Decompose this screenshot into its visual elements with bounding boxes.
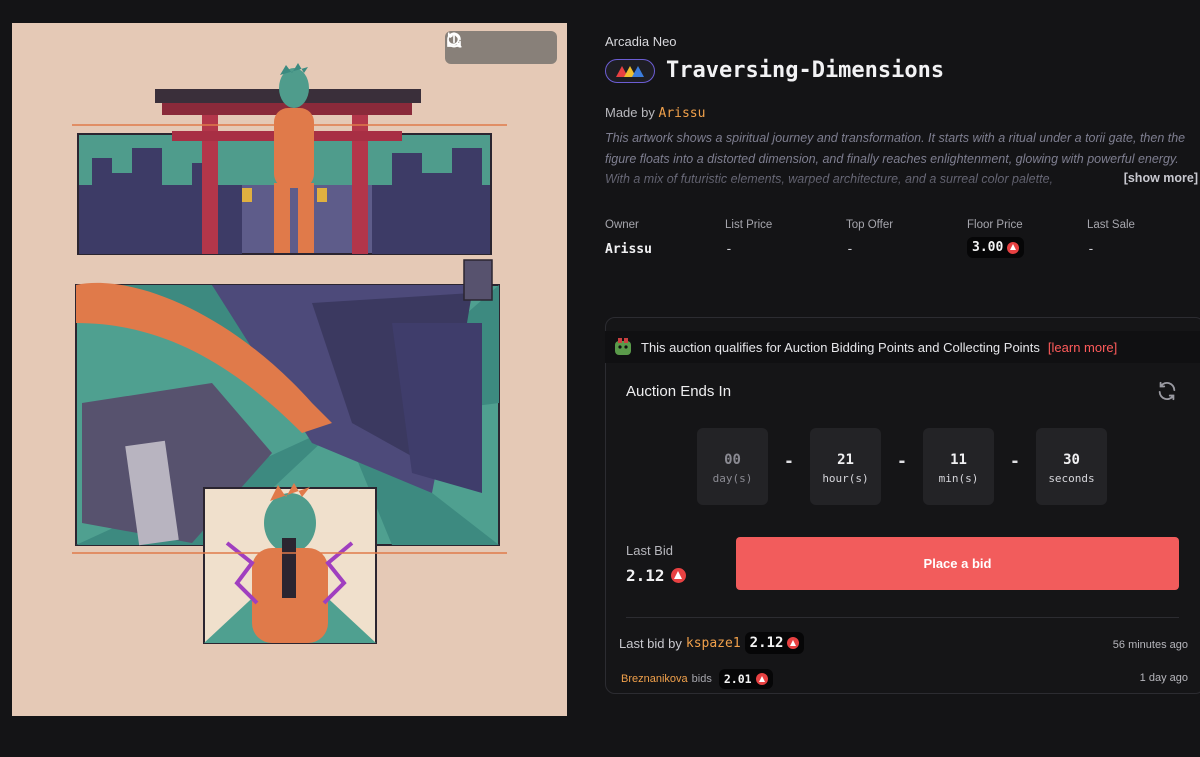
stat-list-price: List Price - bbox=[725, 219, 772, 257]
avax-icon bbox=[670, 568, 686, 583]
avax-icon bbox=[787, 637, 800, 649]
search-icon[interactable] bbox=[447, 33, 512, 59]
timer-hours: 21 hour(s) bbox=[810, 428, 881, 505]
timer-unit: seconds bbox=[1048, 472, 1095, 485]
last-sale-value: - bbox=[1087, 242, 1095, 257]
divider bbox=[626, 617, 1179, 618]
torii-panel bbox=[77, 63, 492, 255]
timer-unit: hour(s) bbox=[822, 472, 869, 485]
stat-floor-price: Floor Price 3.00 bbox=[967, 219, 1025, 258]
owner-value[interactable]: Arissu bbox=[605, 242, 652, 257]
stat-top-offer: Top Offer - bbox=[846, 219, 893, 257]
stat-label: Floor Price bbox=[967, 219, 1023, 231]
bid-history-item: Breznanikova bids 2.01 bbox=[621, 669, 773, 689]
list-price-value: - bbox=[725, 242, 733, 257]
timer-separator: - bbox=[898, 450, 906, 472]
timer-value: 00 bbox=[724, 452, 741, 468]
history-prefix: Last bid by bbox=[619, 635, 682, 651]
stat-label: Owner bbox=[605, 219, 639, 231]
bid-amount: 2.01 bbox=[723, 672, 752, 686]
stat-label: Last Sale bbox=[1087, 219, 1135, 231]
place-bid-button[interactable]: Place a bid bbox=[736, 537, 1179, 590]
stat-last-sale: Last Sale - bbox=[1087, 219, 1135, 257]
timer-days: 00 day(s) bbox=[697, 428, 768, 505]
auction-points-banner: This auction qualifies for Auction Biddi… bbox=[605, 331, 1200, 363]
timer-unit: day(s) bbox=[712, 472, 753, 485]
timer-value: 21 bbox=[837, 452, 854, 468]
bidder-link[interactable]: Breznanikova bbox=[621, 673, 688, 685]
bid-amount-pill: 2.12 bbox=[744, 632, 805, 654]
refresh-icon[interactable] bbox=[1156, 380, 1178, 402]
nft-title: Traversing-Dimensions bbox=[666, 58, 945, 83]
enlightenment-panel bbox=[203, 483, 377, 644]
artwork-toolbar bbox=[445, 31, 557, 64]
share-icon[interactable] bbox=[447, 32, 545, 59]
description-fade bbox=[605, 170, 1195, 190]
stat-label: Top Offer bbox=[846, 219, 894, 231]
bidder-link[interactable]: kspaze1 bbox=[686, 636, 741, 651]
top-offer-value: - bbox=[846, 242, 854, 257]
bid-amount-pill: 2.01 bbox=[718, 669, 773, 689]
timer-separator: - bbox=[785, 450, 793, 472]
floor-price-pill: 3.00 bbox=[967, 237, 1025, 258]
avalanche-logo-icon bbox=[616, 66, 644, 77]
points-mascot-icon bbox=[615, 338, 631, 355]
stat-label: List Price bbox=[725, 219, 773, 231]
nft-artwork[interactable] bbox=[12, 23, 567, 716]
artist-link[interactable]: Arissu bbox=[659, 106, 706, 121]
learn-more-link[interactable]: [learn more] bbox=[1048, 340, 1117, 355]
timer-separator: - bbox=[1011, 450, 1019, 472]
timer-seconds: 30 seconds bbox=[1036, 428, 1107, 505]
last-bid-label: Last Bid bbox=[626, 543, 673, 558]
made-by-prefix: Made by bbox=[605, 105, 655, 120]
floor-price-value: 3.00 bbox=[972, 240, 1004, 255]
qualify-text: This auction qualifies for Auction Biddi… bbox=[641, 339, 1040, 355]
history-verb: bids bbox=[691, 673, 712, 685]
bid-time: 56 minutes ago bbox=[1112, 639, 1188, 651]
bid-amount: 2.12 bbox=[749, 635, 784, 651]
chain-badge bbox=[605, 59, 655, 83]
avax-icon bbox=[755, 673, 768, 685]
collection-name[interactable]: Arcadia Neo bbox=[605, 34, 677, 49]
auction-ends-label: Auction Ends In bbox=[626, 383, 732, 400]
stat-owner: Owner Arissu bbox=[605, 219, 652, 257]
made-by: Made by Arissu bbox=[605, 105, 705, 121]
last-bid-amount: 2.12 bbox=[626, 566, 686, 585]
bid-history-item: Last bid by kspaze1 2.12 bbox=[619, 632, 805, 654]
bid-time: 1 day ago bbox=[1139, 672, 1188, 684]
show-more-button[interactable]: [show more] bbox=[1119, 171, 1198, 185]
timer-value: 30 bbox=[1063, 452, 1080, 468]
avax-icon bbox=[1007, 241, 1020, 254]
timer-minutes: 11 min(s) bbox=[923, 428, 994, 505]
artwork-illustration bbox=[72, 63, 507, 644]
timer-value: 11 bbox=[950, 452, 967, 468]
timer-unit: min(s) bbox=[938, 472, 979, 485]
last-bid-value: 2.12 bbox=[626, 566, 665, 585]
